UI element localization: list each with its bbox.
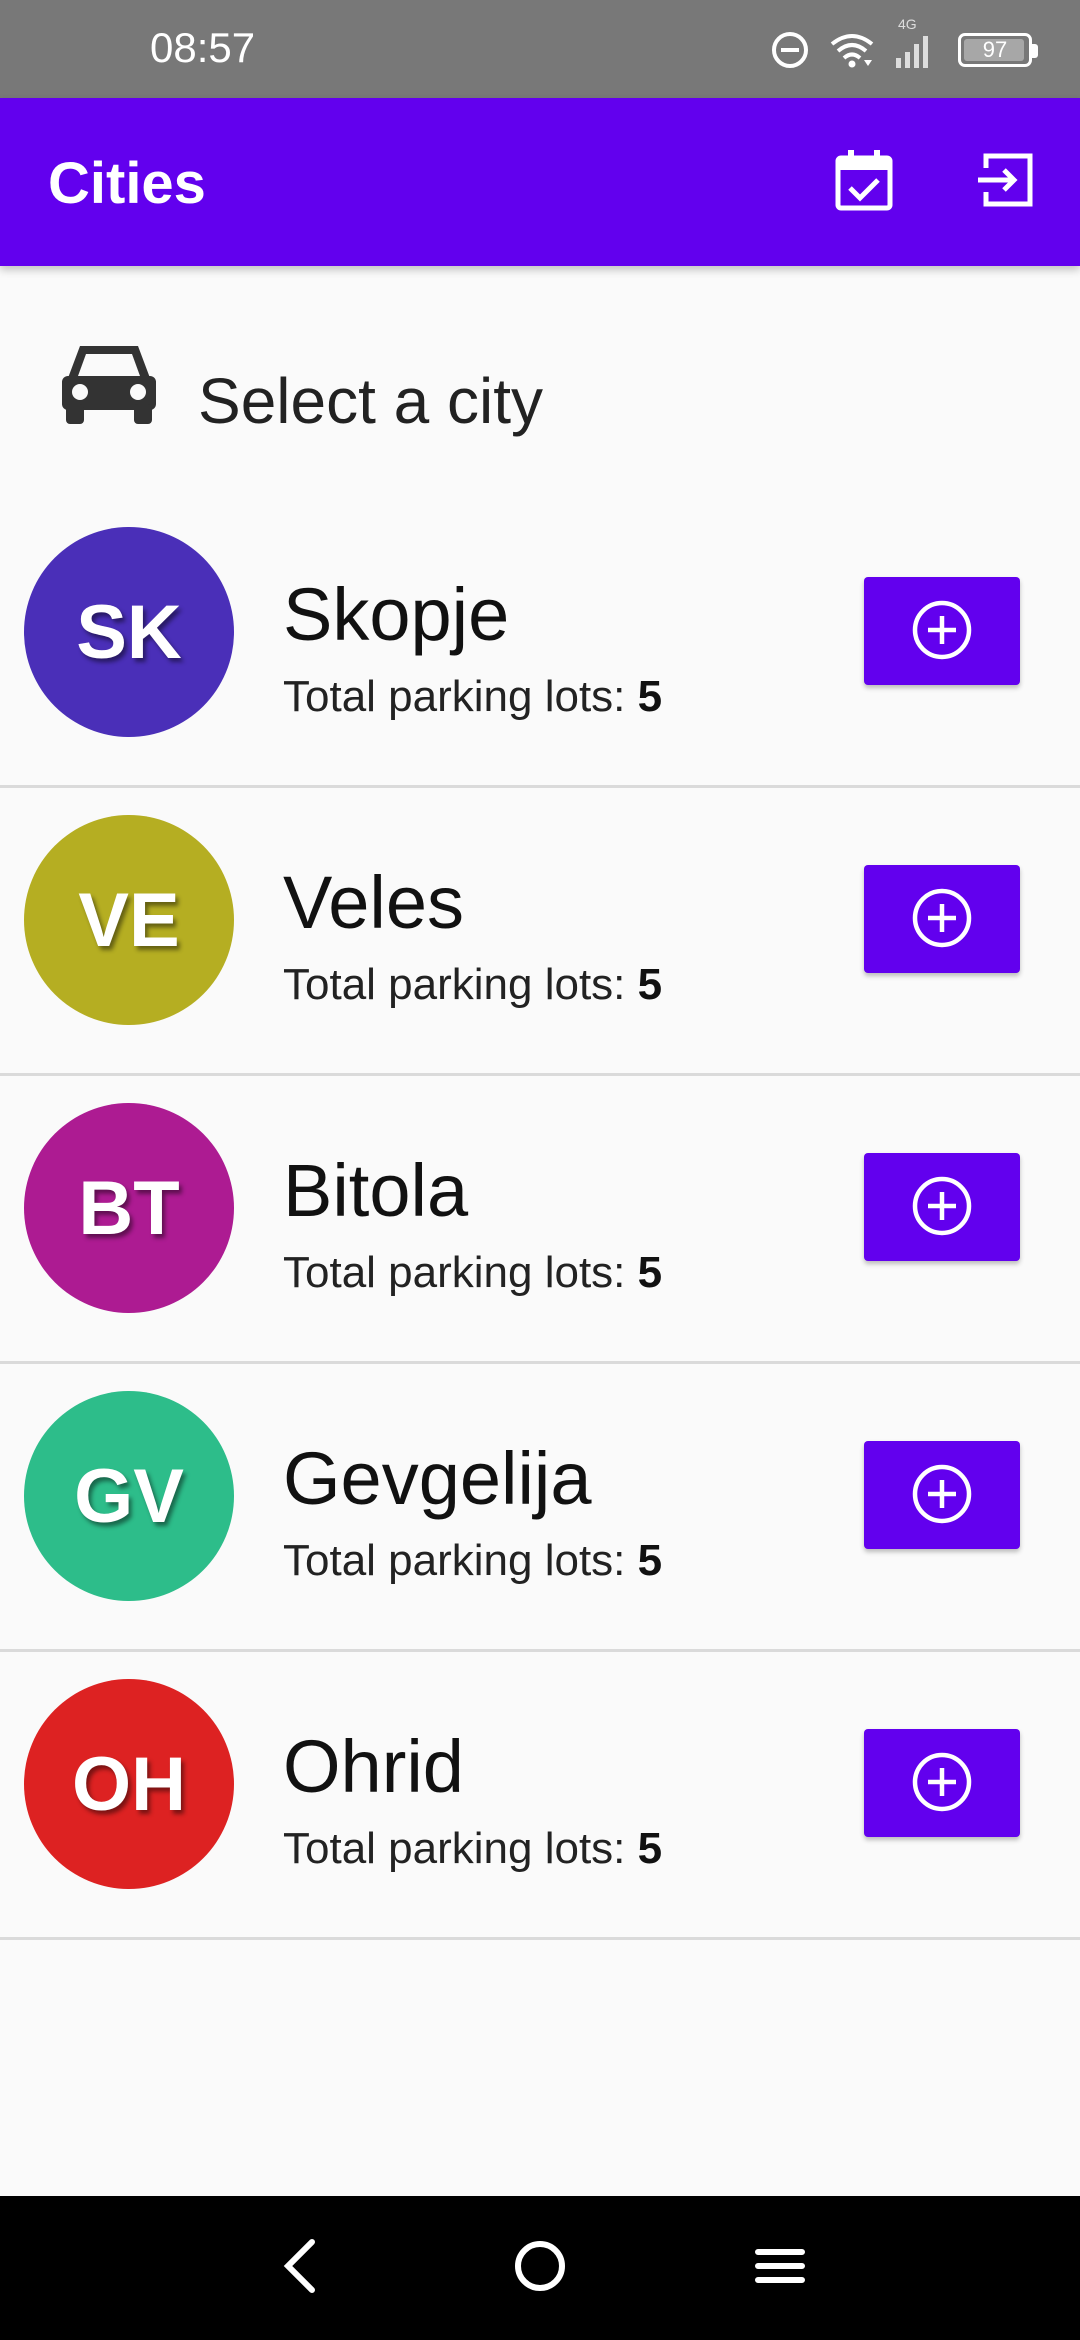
city-row-gevgelija[interactable]: GV Gevgelija Total parking lots: 5 [0,1364,1080,1652]
city-parking-count: Total parking lots: 5 [283,960,663,1009]
add-parking-button[interactable] [864,1729,1020,1837]
status-icons: 4G 97 [770,16,1038,74]
status-bar: 08:57 4G 97 [0,0,1080,98]
home-icon [512,2238,568,2299]
status-time: 08:57 [150,24,256,71]
battery-icon: 97 [958,33,1038,67]
city-list: SK Skopje Total parking lots: 5 VE Veles… [0,500,1080,1940]
city-row-ohrid[interactable]: OH Ohrid Total parking lots: 5 [0,1652,1080,1940]
select-city-header: Select a city [0,300,1080,500]
city-name: Bitola [283,1149,469,1232]
city-name: Ohrid [283,1725,464,1808]
city-row-veles[interactable]: VE Veles Total parking lots: 5 [0,788,1080,1076]
nav-menu-button[interactable] [748,2236,812,2300]
city-name: Gevgelija [283,1437,592,1520]
app-bar: Cities [0,98,1080,266]
car-icon [60,338,158,431]
logout-icon [976,150,1036,215]
city-row-bitola[interactable]: BT Bitola Total parking lots: 5 [0,1076,1080,1364]
city-parking-count: Total parking lots: 5 [283,672,663,721]
city-avatar: BT [24,1103,234,1313]
network-type-label: 4G [898,16,917,32]
calendar-check-button[interactable] [826,144,902,220]
nav-back-button[interactable] [268,2236,332,2300]
plus-circle-icon [911,1751,973,1816]
city-name: Skopje [283,573,510,656]
logout-button[interactable] [968,144,1044,220]
city-parking-count: Total parking lots: 5 [283,1248,663,1297]
city-avatar: VE [24,815,234,1025]
city-avatar: SK [24,527,234,737]
add-parking-button[interactable] [864,865,1020,973]
wifi-icon [828,30,876,70]
page-title: Cities [48,151,206,216]
menu-icon [754,2244,806,2293]
add-parking-button[interactable] [864,1153,1020,1261]
city-parking-count: Total parking lots: 5 [283,1824,663,1873]
plus-circle-icon [911,887,973,952]
plus-circle-icon [911,1175,973,1240]
signal-icon: 4G [894,16,934,70]
plus-circle-icon [911,1463,973,1528]
city-parking-count: Total parking lots: 5 [283,1536,663,1585]
city-avatar: OH [24,1679,234,1889]
nav-home-button[interactable] [508,2236,572,2300]
add-parking-button[interactable] [864,1441,1020,1549]
city-name: Veles [283,861,465,944]
calendar-check-icon [834,148,894,217]
system-nav-bar [0,2196,1080,2340]
app-root: 08:57 4G 97 Cities Select a city SK Skop… [0,0,1080,2340]
add-parking-button[interactable] [864,577,1020,685]
do-not-disturb-icon [770,30,810,70]
select-city-label: Select a city [198,365,544,437]
plus-circle-icon [911,599,973,664]
city-avatar: GV [24,1391,234,1601]
back-icon [280,2238,320,2299]
battery-level: 97 [982,37,1008,62]
city-row-skopje[interactable]: SK Skopje Total parking lots: 5 [0,500,1080,788]
